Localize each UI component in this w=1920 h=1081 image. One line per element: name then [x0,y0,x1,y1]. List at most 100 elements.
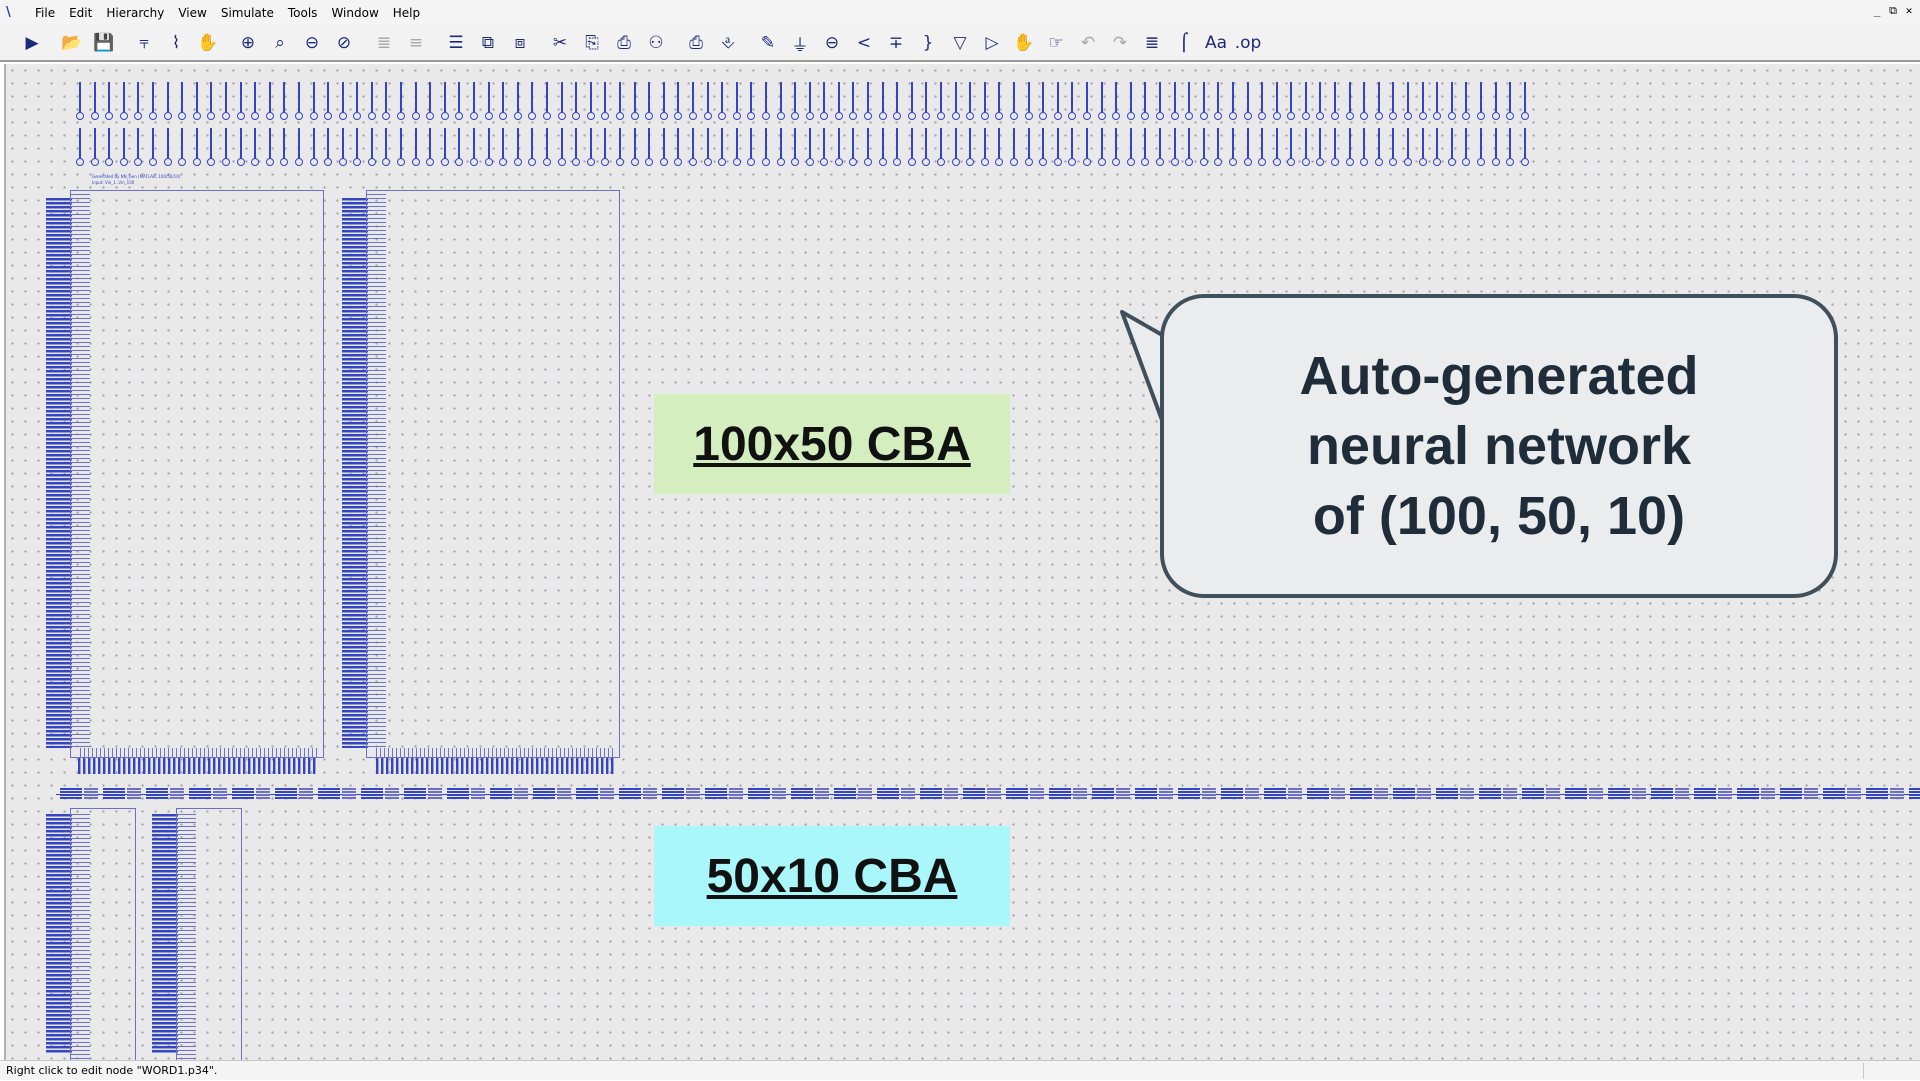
input-pin[interactable] [134,82,143,124]
input-pin[interactable] [1258,82,1267,124]
input-pin[interactable] [878,128,887,170]
input-pin[interactable] [324,82,333,124]
group-icon[interactable]: ⧈ [505,28,535,58]
input-pin[interactable] [1520,128,1529,170]
input-pin[interactable] [1360,128,1369,170]
input-pin[interactable] [951,128,960,170]
input-pin[interactable] [572,128,581,170]
input-pin[interactable] [1433,128,1442,170]
input-pin[interactable] [1024,82,1033,124]
input-pin[interactable] [659,82,668,124]
probe-icon[interactable]: ⊖ [817,28,847,58]
menu-edit[interactable]: Edit [62,0,99,26]
input-pin[interactable] [703,82,712,124]
input-pin[interactable] [1141,82,1150,124]
input-pin[interactable] [1433,82,1442,124]
input-pin[interactable] [1506,82,1515,124]
distribute-icon[interactable]: ≡ [401,28,431,58]
input-pin[interactable] [309,128,318,170]
input-pin[interactable] [1097,128,1106,170]
input-pin[interactable] [645,82,654,124]
input-pin[interactable] [718,82,727,124]
input-pin[interactable] [338,82,347,124]
input-pin[interactable] [280,82,289,124]
input-pin[interactable] [1404,82,1413,124]
input-pin[interactable] [455,128,464,170]
input-pin[interactable] [1447,82,1456,124]
copy-icon[interactable]: ⎘ [577,28,607,58]
input-pin[interactable] [1170,82,1179,124]
input-pin[interactable] [367,128,376,170]
input-pin[interactable] [805,82,814,124]
input-pin[interactable] [163,128,172,170]
input-pin[interactable] [90,128,99,170]
input-pin[interactable] [353,128,362,170]
input-pin[interactable] [294,82,303,124]
input-pin[interactable] [178,82,187,124]
input-pin[interactable] [207,128,216,170]
input-pin[interactable] [688,128,697,170]
input-pin[interactable] [732,128,741,170]
input-pin[interactable] [718,128,727,170]
input-pin[interactable] [630,82,639,124]
input-pin[interactable] [397,82,406,124]
input-pin[interactable] [1039,128,1048,170]
print-icon[interactable]: ⎀ [713,28,743,58]
input-pin[interactable] [1039,82,1048,124]
input-pin[interactable] [1491,128,1500,170]
input-pin[interactable] [732,82,741,124]
input-pin[interactable] [907,82,916,124]
input-pin[interactable] [382,82,391,124]
input-pin[interactable] [1462,82,1471,124]
menu-window[interactable]: Window [324,0,385,26]
input-pin[interactable] [1155,82,1164,124]
input-pin[interactable] [674,82,683,124]
input-pin[interactable] [980,128,989,170]
pan-icon[interactable]: ☞ [1041,28,1071,58]
input-pin[interactable] [557,128,566,170]
input-pin[interactable] [557,82,566,124]
input-pin[interactable] [1243,128,1252,170]
input-pin[interactable] [1389,128,1398,170]
hierarchy-icon[interactable]: ⫧ [129,28,159,58]
input-pin[interactable] [119,82,128,124]
input-pin[interactable] [426,128,435,170]
input-pin[interactable] [251,82,260,124]
input-pin[interactable] [893,128,902,170]
input-pin[interactable] [1243,82,1252,124]
select-icon[interactable]: ✋ [193,28,223,58]
input-pin[interactable] [105,82,114,124]
input-pin[interactable] [688,82,697,124]
input-pin[interactable] [1374,82,1383,124]
input-pin[interactable] [1053,82,1062,124]
input-pin[interactable] [1068,128,1077,170]
input-pin[interactable] [484,82,493,124]
input-pin[interactable] [1477,82,1485,124]
input-pin[interactable] [703,128,712,170]
find-icon[interactable]: ⚇ [641,28,671,58]
input-pin[interactable] [805,128,814,170]
input-pin[interactable] [1331,82,1340,124]
input-pin[interactable] [1374,128,1383,170]
ground-icon[interactable]: ⏚ [785,28,815,58]
gate-icon[interactable]: ▷ [977,28,1007,58]
input-pin[interactable] [1287,128,1296,170]
input-pin[interactable] [1491,82,1500,124]
input-pin[interactable] [980,82,989,124]
input-pin[interactable] [1141,128,1150,170]
input-pin[interactable] [105,128,114,170]
save-icon[interactable]: 💾 [89,28,119,58]
menu-hierarchy[interactable]: Hierarchy [99,0,171,26]
input-pin[interactable] [601,82,610,124]
input-pin[interactable] [353,82,362,124]
input-pin[interactable] [878,82,887,124]
zoom-icon[interactable]: ⌕ [265,28,295,58]
input-pin[interactable] [1360,82,1369,124]
font-icon[interactable]: Aa [1201,28,1231,58]
stack-icon[interactable]: ⧉ [473,28,503,58]
input-pin[interactable] [1287,82,1296,124]
input-pin[interactable] [251,128,260,170]
input-pin[interactable] [1258,128,1267,170]
input-pin[interactable] [1053,128,1062,170]
zoom-in-icon[interactable]: ⊕ [233,28,263,58]
